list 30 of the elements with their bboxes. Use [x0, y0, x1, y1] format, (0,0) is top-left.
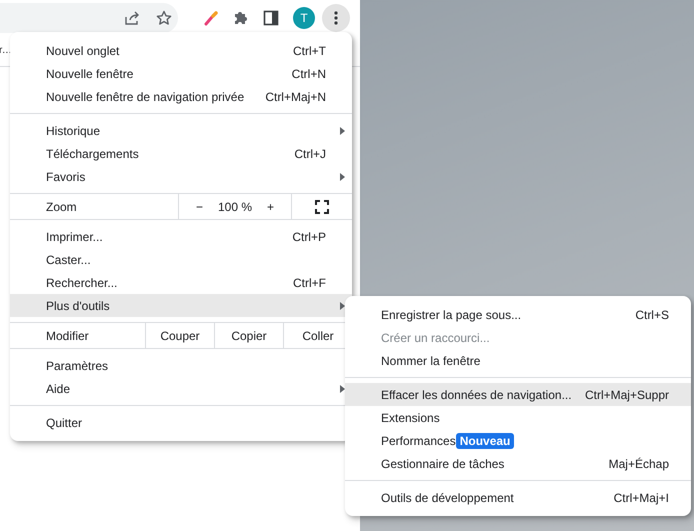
puzzle-icon[interactable]: [233, 10, 249, 26]
menu-item[interactable]: Extensions: [345, 406, 691, 429]
zoom-in-button[interactable]: +: [264, 200, 277, 214]
menu-item[interactable]: Outils de développement Ctrl+Maj+I: [345, 486, 691, 509]
menu-item[interactable]: Nouvel onglet Ctrl+T: [10, 39, 352, 62]
edit-label: Modifier: [46, 328, 90, 342]
menu-item[interactable]: Téléchargements Ctrl+J: [10, 142, 352, 165]
menu-item[interactable]: Nouvelle fenêtre Ctrl+N: [10, 62, 352, 85]
eyedropper-icon[interactable]: [203, 10, 219, 26]
menu-item[interactable]: Performances Nouveau: [345, 429, 691, 452]
menu-item[interactable]: Historique: [10, 119, 352, 142]
new-badge: Nouveau: [456, 432, 514, 448]
menu-item[interactable]: Nouvelle fenêtre de navigation privée Ctrl+Maj+N: [10, 85, 352, 108]
menu-item[interactable]: Rechercher... Ctrl+F: [10, 271, 352, 294]
share-icon[interactable]: [124, 10, 140, 26]
star-icon[interactable]: [156, 10, 172, 26]
menu-item[interactable]: Imprimer... Ctrl+P: [10, 225, 352, 248]
menu-item[interactable]: Effacer les données de navigation... Ctrl+Maj+Suppr: [345, 383, 691, 406]
fullscreen-icon: [315, 200, 329, 214]
menu-item[interactable]: Gestionnaire de tâches Maj+Échap: [345, 452, 691, 475]
menu-item[interactable]: Plus d'outils: [10, 294, 352, 317]
menu-item[interactable]: Favoris: [10, 165, 352, 188]
menu-item[interactable]: Caster...: [10, 248, 352, 271]
side-panel-icon[interactable]: [263, 10, 279, 26]
zoom-level: 100 %: [218, 200, 252, 214]
zoom-out-button[interactable]: −: [193, 200, 206, 214]
more-icon: [334, 10, 338, 26]
zoom-label: Zoom: [46, 200, 78, 214]
menu-button[interactable]: [322, 4, 350, 32]
menu-item[interactable]: Nommer la fenêtre: [345, 349, 691, 372]
